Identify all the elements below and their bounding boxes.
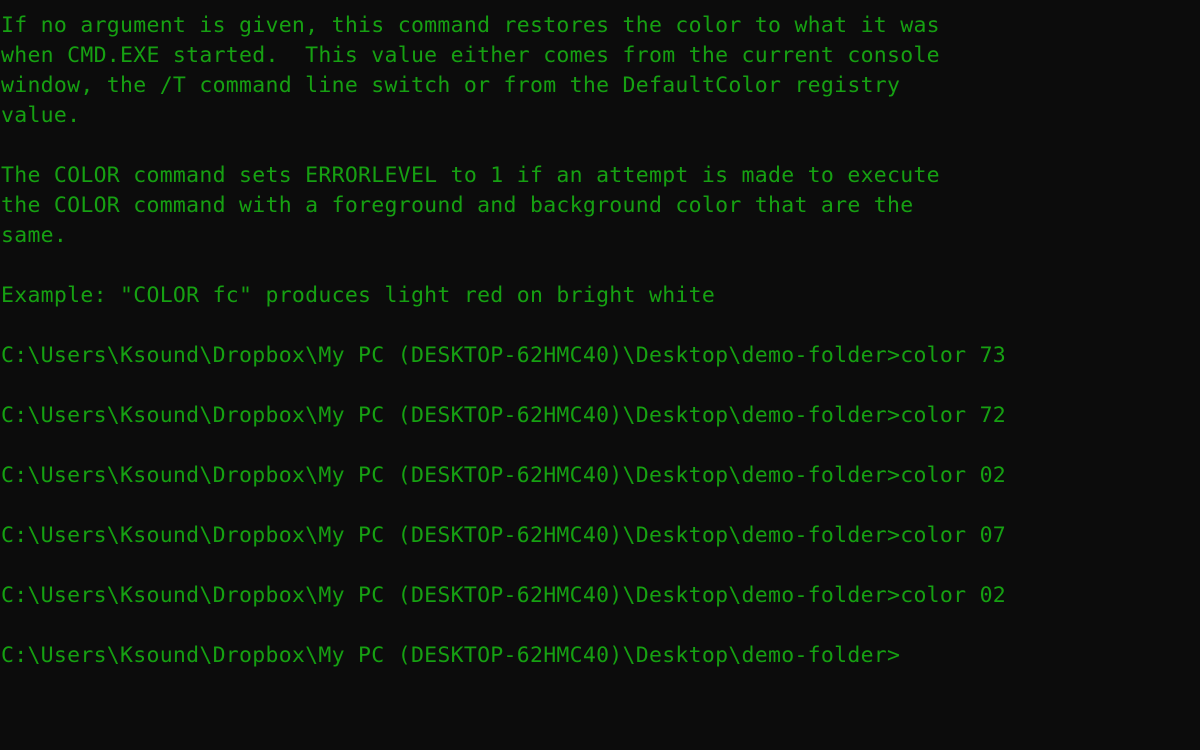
output-line-blank — [0, 491, 1200, 521]
command-history-line[interactable]: C:\Users\Ksound\Dropbox\My PC (DESKTOP-6… — [0, 341, 1200, 371]
output-line-example: Example: "COLOR fc" produces light red o… — [1, 283, 716, 308]
output-line: when CMD.EXE started. This value either … — [1, 43, 940, 68]
output-line-blank — [0, 311, 1200, 341]
output-line-blank — [0, 431, 1200, 461]
command-history-line[interactable]: C:\Users\Ksound\Dropbox\My PC (DESKTOP-6… — [0, 401, 1200, 431]
active-command-prompt[interactable]: C:\Users\Ksound\Dropbox\My PC (DESKTOP-6… — [0, 641, 1200, 671]
output-line: The COLOR command sets ERRORLEVEL to 1 i… — [1, 163, 940, 188]
output-line: window, the /T command line switch or fr… — [1, 73, 901, 98]
output-line: If no argument is given, this command re… — [1, 13, 940, 38]
command-history-line[interactable]: C:\Users\Ksound\Dropbox\My PC (DESKTOP-6… — [0, 521, 1200, 551]
output-line-blank — [0, 611, 1200, 641]
console-output-buffer[interactable]: If no argument is given, this command re… — [0, 11, 1200, 671]
output-line-blank — [0, 371, 1200, 401]
command-history-line[interactable]: C:\Users\Ksound\Dropbox\My PC (DESKTOP-6… — [0, 461, 1200, 491]
output-line-blank — [0, 251, 1200, 281]
output-line-blank — [0, 551, 1200, 581]
output-line-blank — [0, 131, 1200, 161]
output-line: the COLOR command with a foreground and … — [1, 193, 914, 218]
output-line: value. — [1, 103, 81, 128]
terminal-window[interactable]: If no argument is given, this command re… — [0, 0, 1200, 750]
output-line: same. — [1, 223, 68, 248]
command-history-line[interactable]: C:\Users\Ksound\Dropbox\My PC (DESKTOP-6… — [0, 581, 1200, 611]
